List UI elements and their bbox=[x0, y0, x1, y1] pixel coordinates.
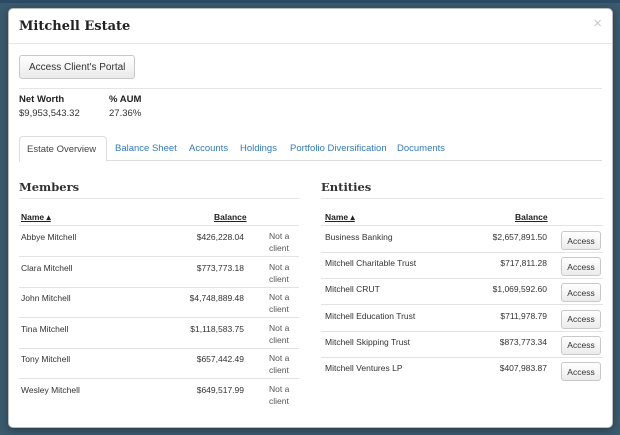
net-worth-label: Net Worth bbox=[19, 94, 65, 105]
client-status-line: Not a bbox=[269, 322, 290, 333]
close-icon[interactable]: × bbox=[593, 15, 602, 32]
row-divider bbox=[19, 347, 299, 349]
member-balance: $773,773.18 bbox=[196, 262, 244, 273]
entities-header-rule bbox=[321, 225, 603, 226]
entity-balance: $1,069,592.60 bbox=[492, 284, 547, 295]
tab-estate-overview[interactable]: Estate Overview bbox=[19, 136, 107, 162]
entity-name: Mitchell Charitable Trust bbox=[325, 258, 417, 269]
access-button[interactable]: Access bbox=[561, 257, 601, 277]
member-balance: $657,442.49 bbox=[196, 354, 244, 364]
client-status-line: client bbox=[269, 365, 289, 375]
access-button[interactable]: Access bbox=[561, 283, 601, 303]
entity-balance: $2,657,891.50 bbox=[492, 232, 547, 242]
member-balance: $649,517.99 bbox=[196, 384, 244, 395]
tab-documents[interactable]: Documents bbox=[390, 136, 452, 161]
client-status-line: Not a bbox=[269, 383, 290, 394]
tab-accounts[interactable]: Accounts bbox=[182, 136, 235, 161]
entity-name: Mitchell Education Trust bbox=[325, 310, 416, 321]
client-status-line: client bbox=[269, 395, 289, 406]
client-status: Not a client bbox=[269, 291, 299, 315]
entity-name: Mitchell Ventures LP bbox=[325, 363, 403, 373]
members-header-rule bbox=[19, 225, 299, 226]
members-balance-header[interactable]: Balance bbox=[214, 212, 247, 222]
client-status-line: Not a bbox=[269, 261, 290, 272]
member-name: Tina Mitchell bbox=[21, 323, 69, 334]
member-name: John Mitchell bbox=[21, 293, 71, 303]
tab-portfolio-diversification[interactable]: Portfolio Diversification bbox=[283, 136, 394, 161]
member-balance: $4,748,889.48 bbox=[189, 293, 244, 303]
client-status: Not a client bbox=[269, 352, 299, 376]
row-divider bbox=[321, 304, 603, 306]
entity-balance: $407,983.87 bbox=[499, 363, 547, 373]
aum-label: % AUM bbox=[109, 94, 142, 105]
backdrop-strip bbox=[0, 0, 620, 3]
client-status-line: Not a bbox=[269, 353, 290, 363]
access-button[interactable]: Access bbox=[561, 335, 601, 355]
row-divider bbox=[19, 317, 299, 318]
estate-modal: Mitchell Estate × Access Client's Portal… bbox=[8, 8, 613, 428]
entity-name: Mitchell Skipping Trust bbox=[325, 336, 411, 347]
client-status: Not a client bbox=[269, 261, 299, 285]
client-status: Not a client bbox=[269, 383, 299, 407]
client-status-line: client bbox=[269, 304, 289, 314]
entities-balance-header[interactable]: Balance bbox=[515, 212, 548, 222]
entity-name: Business Banking bbox=[325, 232, 393, 242]
entities-rule bbox=[321, 198, 603, 199]
members-name-header[interactable]: Name ▴ bbox=[21, 212, 51, 223]
entity-balance: $717,811.28 bbox=[500, 258, 547, 269]
member-name: Wesley Mitchell bbox=[21, 384, 80, 395]
members-title: Members bbox=[19, 180, 80, 194]
divider bbox=[19, 88, 602, 89]
members-rule bbox=[19, 198, 299, 199]
tab-holdings[interactable]: Holdings bbox=[233, 136, 284, 161]
member-balance: $426,228.04 bbox=[196, 232, 244, 242]
tab-balance-sheet[interactable]: Balance Sheet bbox=[108, 136, 184, 161]
entity-balance: $711,978.79 bbox=[500, 310, 547, 321]
row-divider bbox=[19, 286, 299, 288]
client-status-line: client bbox=[269, 273, 289, 284]
entity-name: Mitchell CRUT bbox=[325, 284, 380, 295]
client-status-line: client bbox=[269, 243, 289, 253]
entities-title: Entities bbox=[321, 180, 372, 194]
row-divider bbox=[321, 356, 603, 358]
client-status: Not a client bbox=[269, 230, 299, 254]
member-balance: $1,118,583.75 bbox=[190, 323, 244, 334]
row-divider bbox=[19, 378, 299, 379]
row-divider bbox=[321, 278, 603, 280]
entity-balance: $873,773.34 bbox=[499, 336, 547, 347]
aum-value: 27.36% bbox=[109, 108, 142, 119]
client-status: Not a client bbox=[269, 322, 299, 346]
row-divider bbox=[321, 252, 603, 253]
modal-header: Mitchell Estate × bbox=[9, 9, 612, 44]
access-button[interactable]: Access bbox=[561, 309, 601, 329]
access-button[interactable]: Access bbox=[561, 362, 601, 381]
client-status-line: client bbox=[269, 334, 289, 345]
net-worth-value: $9,953,543.32 bbox=[19, 108, 80, 119]
tab-bar: Estate Overview Balance Sheet Accounts H… bbox=[19, 136, 602, 162]
row-divider bbox=[19, 256, 299, 257]
member-name: Abbye Mitchell bbox=[21, 232, 77, 242]
access-button[interactable]: Access bbox=[561, 231, 601, 250]
modal-title: Mitchell Estate bbox=[19, 19, 131, 34]
client-status-line: Not a bbox=[269, 231, 290, 241]
entities-name-header[interactable]: Name ▴ bbox=[325, 212, 355, 223]
client-status-line: Not a bbox=[269, 292, 290, 302]
access-client-portal-button[interactable]: Access Client's Portal bbox=[19, 55, 136, 79]
member-name: Clara Mitchell bbox=[21, 262, 73, 273]
row-divider bbox=[321, 330, 603, 332]
member-name: Tony Mitchell bbox=[21, 354, 71, 364]
